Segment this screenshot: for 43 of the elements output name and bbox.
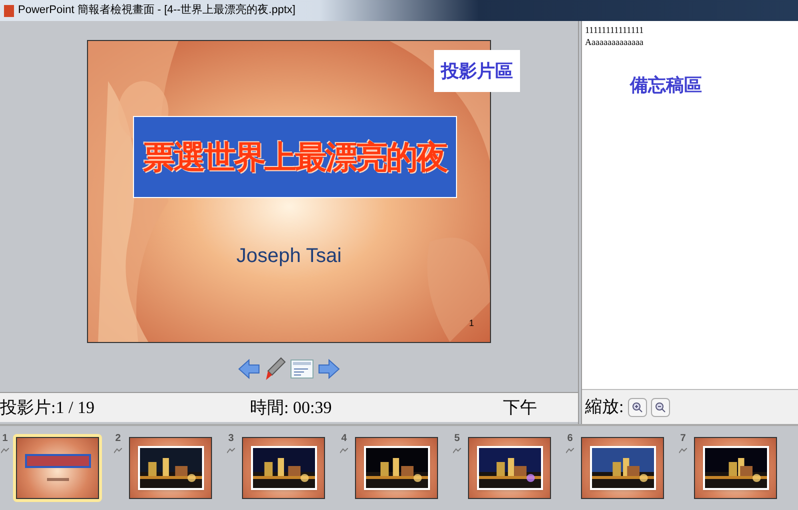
slide-number: 4	[341, 434, 347, 444]
slide-counter: 投影片:1 / 19	[0, 396, 96, 419]
window-title: PowerPoint 簡報者檢視畫面 - [4--世界上最漂亮的夜.pptx]	[18, 2, 296, 18]
slide-thumbnail[interactable]	[465, 434, 554, 502]
slide-title: 票選世界上最漂亮的夜	[133, 116, 457, 198]
slide-subtitle: Joseph Tsai	[235, 244, 343, 269]
slide-thumbnail[interactable]	[578, 434, 667, 502]
notes-text: Aaaaaaaaaaaaaa	[585, 36, 644, 48]
pen-icon[interactable]	[264, 357, 286, 381]
slide-thumbnail[interactable]	[126, 434, 215, 502]
next-arrow-icon[interactable]	[318, 359, 340, 379]
animation-icon	[453, 448, 461, 454]
slide-thumbnail[interactable]	[239, 434, 328, 502]
slide-thumbnail[interactable]	[13, 434, 102, 502]
animation-icon	[566, 448, 574, 454]
notes-text: 11111111111111	[585, 24, 645, 36]
slide-number: 2	[115, 434, 121, 444]
area-label: 備忘稿區	[630, 74, 703, 97]
zoom-label: 縮放:	[585, 396, 624, 418]
animation-icon	[114, 448, 122, 454]
zoom-in-icon	[632, 402, 643, 412]
slide-number: 5	[454, 434, 460, 444]
previous-arrow-icon[interactable]	[238, 359, 260, 379]
area-label: 投影片區	[434, 50, 520, 92]
slide-number: 6	[567, 434, 573, 444]
notes-pane[interactable]: 11111111111111 Aaaaaaaaaaaaaa 備忘稿區	[582, 21, 798, 389]
animation-icon	[679, 448, 687, 454]
slide-number: 7	[680, 434, 686, 444]
slide-menu-icon[interactable]	[290, 359, 314, 379]
slide-number: 1	[2, 434, 8, 444]
clock-text: 下午	[503, 396, 537, 419]
app-icon	[4, 4, 14, 16]
slide-thumbnail[interactable]	[352, 434, 441, 502]
animation-icon	[227, 448, 235, 454]
zoom-out-icon	[654, 402, 666, 412]
animation-icon	[1, 448, 9, 454]
slide-number: 1	[468, 317, 474, 330]
zoom-in-button[interactable]	[628, 398, 647, 416]
slide-thumbnail[interactable]	[691, 434, 780, 502]
elapsed-time: 時間: 00:39	[250, 396, 333, 419]
animation-icon	[340, 448, 348, 454]
slide-number: 3	[228, 434, 234, 444]
zoom-out-button[interactable]	[650, 398, 670, 416]
